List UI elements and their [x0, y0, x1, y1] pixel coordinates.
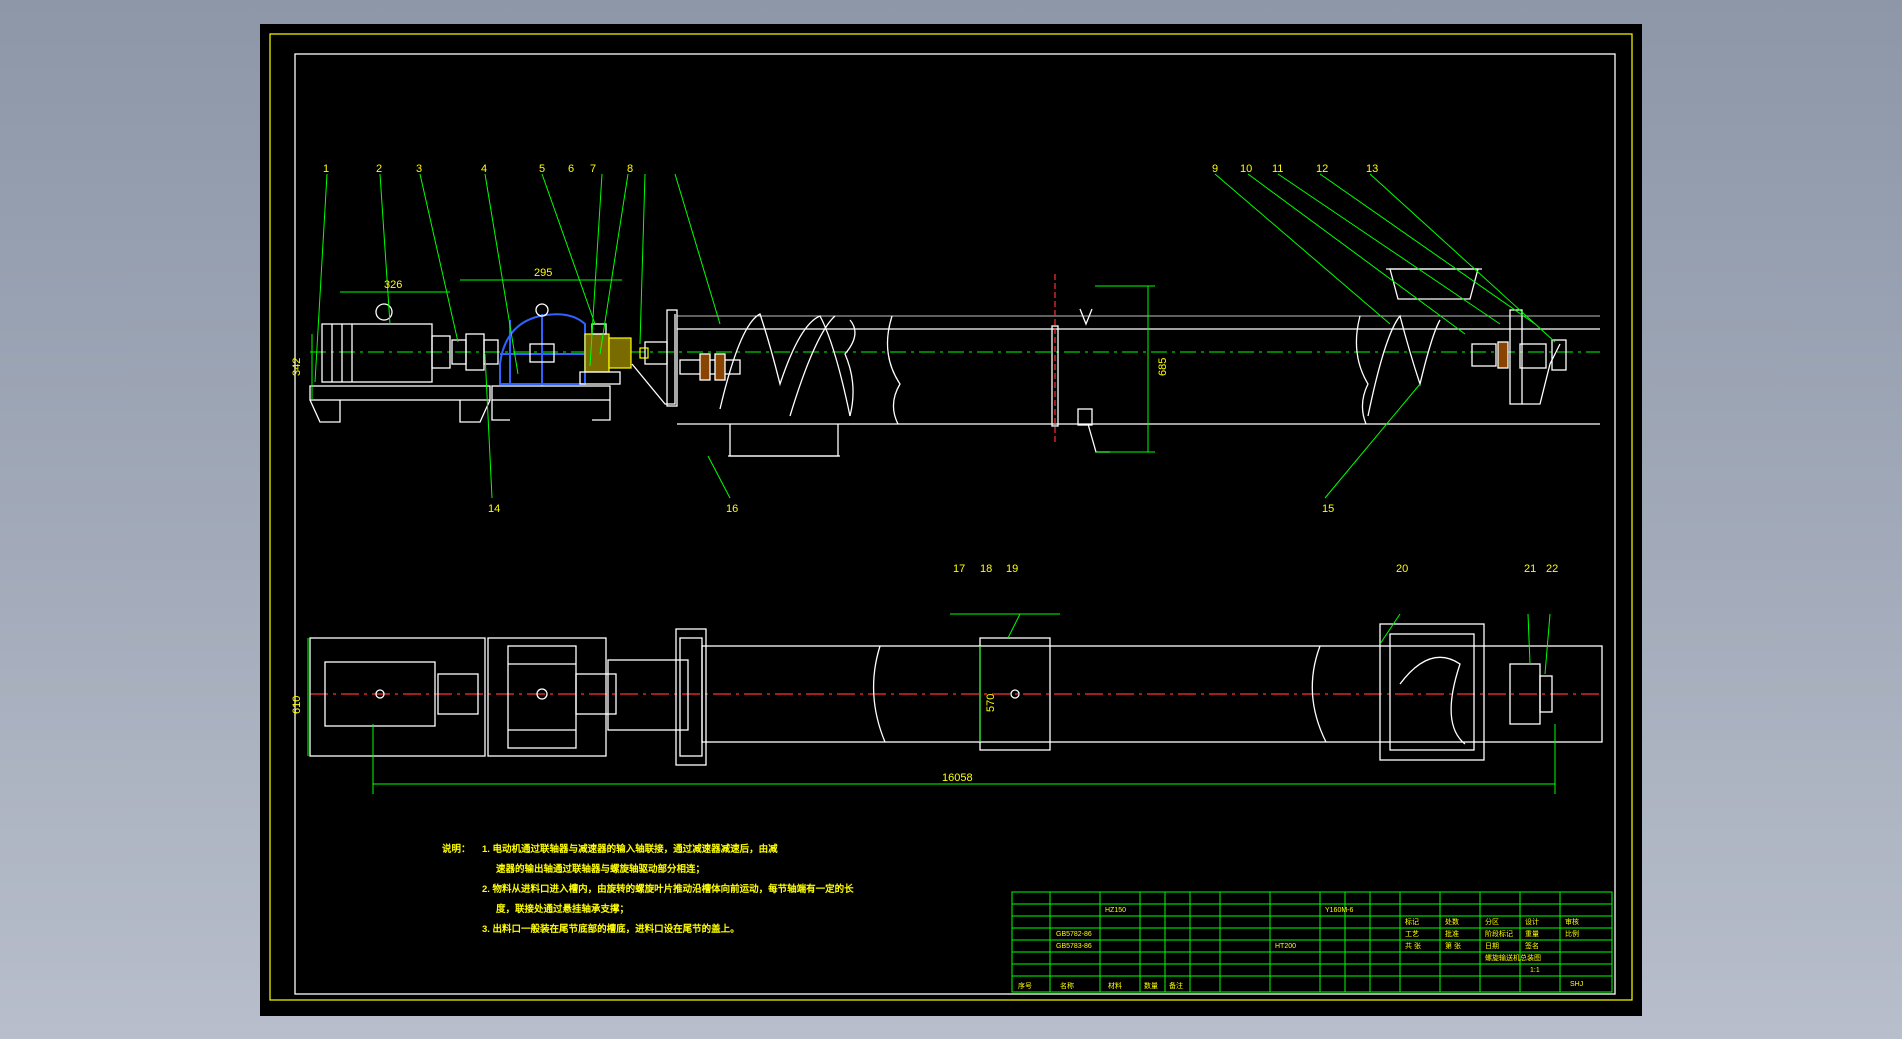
motor-base — [309, 385, 491, 401]
tb-header-4: 数量 — [1144, 981, 1158, 990]
tb-cell-9: 重量 — [1525, 930, 1539, 938]
tb-cell-11: 共 张 — [1405, 941, 1421, 950]
part-no-1: 1 — [323, 163, 329, 175]
tb-cell-1: 标记 — [1405, 917, 1419, 926]
note-line-3: 2. 物料从进料口进入槽内，由旋转的螺旋叶片推动沿槽体向前运动，每节轴端有一定的… — [482, 883, 854, 895]
part-no-22: 22 — [1546, 563, 1558, 575]
reducer-base — [491, 385, 611, 401]
tb-material: HT200 — [1275, 943, 1296, 950]
part-no-2: 2 — [376, 163, 382, 175]
part-no-17: 17 — [953, 563, 965, 575]
part-no-21: 21 — [1524, 563, 1536, 575]
dim-motor-length: 326 — [384, 279, 402, 291]
part-no-19: 19 — [1006, 563, 1018, 575]
part-no-4: 4 — [481, 163, 487, 175]
motor-body — [321, 323, 433, 383]
dim-plan-width: 610 — [291, 696, 303, 714]
dim-trough-height: 685 — [1157, 358, 1169, 376]
tb-cell-10: 比例 — [1565, 929, 1579, 938]
tb-std2: GB5783-86 — [1056, 943, 1092, 950]
tb-std1: GB5782-86 — [1056, 931, 1092, 938]
dim-overall-length: 16058 — [942, 772, 973, 784]
motor-plan-outline — [309, 637, 486, 757]
part-no-12: 12 — [1316, 163, 1328, 175]
part-no-11: 11 — [1272, 163, 1283, 175]
part-no-8: 8 — [627, 163, 633, 175]
part-no-20: 20 — [1396, 563, 1408, 575]
title-block — [1011, 891, 1613, 993]
tb-cell-12: 第 张 — [1445, 941, 1461, 950]
elevation-view — [309, 173, 1600, 499]
tb-cell-7: 批准 — [1445, 929, 1459, 938]
part-no-14: 14 — [488, 503, 500, 515]
reducer-plan-outline — [487, 637, 607, 757]
dim-trough-width: 570 — [985, 694, 997, 712]
notes-title: 说明： — [442, 843, 471, 855]
outer-frame — [269, 33, 1633, 1001]
part-no-6: 6 — [568, 163, 574, 175]
tb-cell-2: 处数 — [1445, 917, 1459, 926]
inlet-flange — [729, 424, 839, 457]
tail-bearing — [1471, 343, 1497, 367]
discharge-hopper — [1389, 268, 1479, 300]
part-no-9: 9 — [1212, 163, 1218, 175]
part-no-3: 3 — [416, 163, 422, 175]
part-no-7: 7 — [590, 163, 596, 175]
note-line-1: 1. 电动机通过联轴器与减速器的输入轴联接，通过减速器减速后，由减 — [482, 843, 778, 855]
tb-header-2: 名称 — [1060, 981, 1074, 990]
tb-header-3: 材料 — [1108, 981, 1122, 990]
tb-reducer: HZ150 — [1105, 907, 1126, 914]
tb-header-1: 序号 — [1018, 981, 1032, 990]
tb-scale: 1:1 — [1530, 967, 1540, 974]
tb-cell-4: 设计 — [1525, 917, 1539, 926]
tb-cell-13: 日期 — [1485, 942, 1499, 950]
inlet-plan — [1379, 623, 1485, 761]
dim-motor-height: 342 — [291, 358, 303, 376]
tb-code: SHJ — [1570, 981, 1583, 988]
tb-cell-3: 分区 — [1485, 917, 1499, 926]
tb-model: Y160M-6 — [1325, 907, 1354, 914]
tb-cell-14: 签名 — [1525, 941, 1539, 950]
dim-coupling-length: 295 — [534, 267, 552, 279]
part-no-5: 5 — [539, 163, 545, 175]
part-no-10: 10 — [1240, 163, 1252, 175]
drawing-canvas: 1 2 3 4 5 6 7 8 9 10 11 12 13 14 15 16 1… — [269, 33, 1633, 1001]
part-no-13: 13 — [1366, 163, 1378, 175]
part-no-16: 16 — [726, 503, 738, 515]
note-line-4: 度，联接处通过悬挂轴承支撑； — [496, 903, 629, 915]
part-no-15: 15 — [1322, 503, 1334, 515]
cad-viewport[interactable]: 1 2 3 4 5 6 7 8 9 10 11 12 13 14 15 16 1… — [260, 24, 1642, 1016]
tb-drawing-title: 螺旋输送机总装图 — [1485, 953, 1541, 962]
part-no-18: 18 — [980, 563, 992, 575]
tb-cell-8: 阶段标记 — [1485, 929, 1513, 938]
note-line-5: 3. 出料口一般装在尾节底部的槽底，进料口设在尾节的盖上。 — [482, 923, 740, 935]
tb-cell-5: 审核 — [1565, 917, 1579, 926]
tb-cell-6: 工艺 — [1405, 930, 1419, 938]
plan-view — [307, 613, 1603, 794]
tb-header-5: 备注 — [1169, 981, 1183, 990]
note-line-2: 速器的输出轴通过联轴器与螺旋轴驱动部分相连； — [496, 863, 705, 875]
